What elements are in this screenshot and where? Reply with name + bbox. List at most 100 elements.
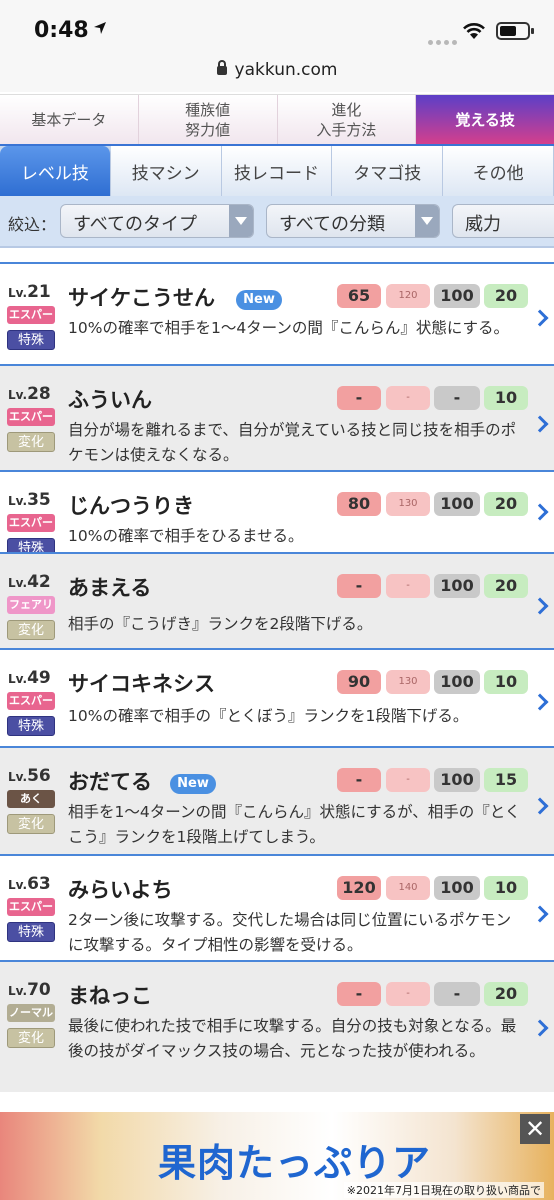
- tab-basic-data[interactable]: 基本データ: [0, 95, 139, 144]
- type-select[interactable]: すべてのタイプ: [60, 204, 254, 238]
- sort-select[interactable]: 威力: [452, 204, 554, 238]
- new-badge: New: [236, 290, 282, 310]
- subtab-level-moves[interactable]: レベル技: [0, 146, 111, 196]
- subtab-tr[interactable]: 技レコード: [221, 146, 333, 196]
- chevron-down-icon: [229, 205, 253, 237]
- move-row[interactable]: Lv.42 フェアリー 変化 あまえる - - 100 20 相手の『こうげき』…: [0, 552, 554, 648]
- category-select-value: すべての分類: [279, 214, 386, 235]
- url-bar[interactable]: yakkun.com: [0, 56, 554, 92]
- tab-moves[interactable]: 覚える技: [416, 95, 554, 144]
- level: Lv.21: [8, 282, 51, 302]
- chevron-right-icon: [531, 503, 549, 521]
- chevron-right-icon: [531, 797, 549, 815]
- status-bar: 0:48: [0, 0, 554, 60]
- move-name: あまえる: [68, 576, 152, 600]
- category-badge: 特殊: [7, 716, 55, 736]
- filter-label: 絞込：: [8, 215, 57, 234]
- power: -: [337, 386, 381, 410]
- ad-banner[interactable]: 果肉たっぷりア ※2021年7月1日現在の取り扱い商品で ✕: [0, 1112, 554, 1200]
- move-name: サイコキネシス: [68, 672, 215, 696]
- accuracy: 100: [434, 876, 480, 900]
- level: Lv.35: [8, 490, 51, 510]
- accuracy: 100: [434, 768, 480, 792]
- subtab-tm[interactable]: 技マシン: [110, 146, 222, 196]
- max-power: 130: [386, 670, 430, 694]
- max-power: 130: [386, 492, 430, 516]
- location-arrow-icon: [94, 22, 106, 34]
- chevron-right-icon: [531, 415, 549, 433]
- accuracy: -: [434, 386, 480, 410]
- move-description: 最後に使われた技で相手に攻撃する。自分の技も対象となる。最後の技がダイマックス技…: [68, 1017, 517, 1060]
- move-row[interactable]: Lv.70 ノーマル 変化 まねっこ - - - 20 最後に使われた技で相手に…: [0, 960, 554, 1092]
- move-row[interactable]: Lv.63 エスパー 特殊 みらいよち 120 140 100 10 2ターン後…: [0, 854, 554, 960]
- chevron-right-icon: [531, 309, 549, 327]
- move-row[interactable]: Lv.49 エスパー 特殊 サイコキネシス 90 130 100 10 10%の…: [0, 648, 554, 746]
- type-badge: エスパー: [7, 898, 55, 916]
- category-badge: 特殊: [7, 330, 55, 350]
- move-row[interactable]: Lv.35 エスパー 特殊 じんつうりき 80 130 100 20 10%の確…: [0, 470, 554, 558]
- pp: 20: [484, 982, 528, 1006]
- max-power: -: [386, 386, 430, 410]
- max-power: 140: [386, 876, 430, 900]
- battery-icon: [496, 22, 534, 40]
- power: 120: [337, 876, 381, 900]
- move-description: 10%の確率で相手をひるませる。: [68, 527, 304, 545]
- tab-base-stats[interactable]: 種族値 努力値: [138, 95, 278, 144]
- move-name: みらいよち: [68, 878, 173, 902]
- pp: 15: [484, 768, 528, 792]
- level: Lv.70: [8, 980, 51, 1000]
- move-description: 相手の『こうげき』ランクを2段階下げる。: [68, 615, 373, 633]
- level: Lv.56: [8, 766, 51, 786]
- power: 65: [337, 284, 381, 308]
- accuracy: 100: [434, 670, 480, 694]
- move-name: じんつうりき: [68, 494, 194, 518]
- close-icon[interactable]: ✕: [520, 1114, 550, 1144]
- signal-dots-icon: [428, 30, 460, 49]
- page-tabs: 基本データ 種族値 努力値 進化 入手方法 覚える技: [0, 94, 554, 144]
- power: -: [337, 574, 381, 598]
- type-badge: エスパー: [7, 514, 55, 532]
- move-row[interactable]: Lv.21 エスパー 特殊 サイケこうせん New 65 120 100 20 …: [0, 262, 554, 364]
- move-list: Lv.21 エスパー 特殊 サイケこうせん New 65 120 100 20 …: [0, 262, 554, 1092]
- move-description: 自分が場を離れるまで、自分が覚えている技と同じ技を相手のポケモンは使えなくなる。: [68, 421, 517, 464]
- max-power: -: [386, 768, 430, 792]
- move-description: 10%の確率で相手の『とくぼう』ランクを1段階下げる。: [68, 707, 469, 725]
- subtab-label: 技マシン: [131, 163, 200, 184]
- type-badge: エスパー: [7, 408, 55, 426]
- move-name: サイケこうせん: [68, 286, 215, 310]
- power: 90: [337, 670, 381, 694]
- category-select[interactable]: すべての分類: [266, 204, 440, 238]
- move-name: まねっこ: [68, 984, 152, 1008]
- category-badge: 変化: [7, 432, 55, 452]
- chevron-right-icon: [531, 905, 549, 923]
- ad-note: ※2021年7月1日現在の取り扱い商品で: [343, 1182, 544, 1198]
- level: Lv.49: [8, 668, 51, 688]
- level: Lv.63: [8, 874, 51, 894]
- new-badge: New: [170, 774, 216, 794]
- accuracy: 100: [434, 284, 480, 308]
- level: Lv.28: [8, 384, 51, 404]
- accuracy: -: [434, 982, 480, 1006]
- type-badge: ノーマル: [7, 1004, 55, 1022]
- type-badge: エスパー: [7, 306, 55, 324]
- wifi-icon: [463, 23, 485, 39]
- tab-label: 基本データ: [31, 110, 107, 129]
- clock: 0:48: [34, 18, 89, 43]
- lock-icon: [216, 60, 227, 75]
- subtab-label: タマゴ技: [353, 163, 422, 184]
- move-row[interactable]: Lv.28 エスパー 変化 ふういん - - - 10 自分が場を離れるまで、自…: [0, 364, 554, 470]
- subtab-other[interactable]: その他: [443, 146, 554, 196]
- category-badge: 変化: [7, 814, 55, 834]
- subtab-egg-moves[interactable]: タマゴ技: [332, 146, 444, 196]
- pp: 20: [484, 284, 528, 308]
- power: -: [337, 768, 381, 792]
- move-name: ふういん: [68, 388, 152, 412]
- chevron-right-icon: [531, 1019, 549, 1037]
- type-badge: フェアリー: [7, 596, 55, 629]
- chevron-down-icon: [415, 205, 439, 237]
- max-power: 120: [386, 284, 430, 308]
- accuracy: 100: [434, 574, 480, 598]
- tab-evolution[interactable]: 進化 入手方法: [277, 95, 417, 144]
- move-row[interactable]: Lv.56 あく 変化 おだてる New - - 100 15 相手を1〜4ター…: [0, 746, 554, 854]
- type-badge: エスパー: [7, 692, 55, 710]
